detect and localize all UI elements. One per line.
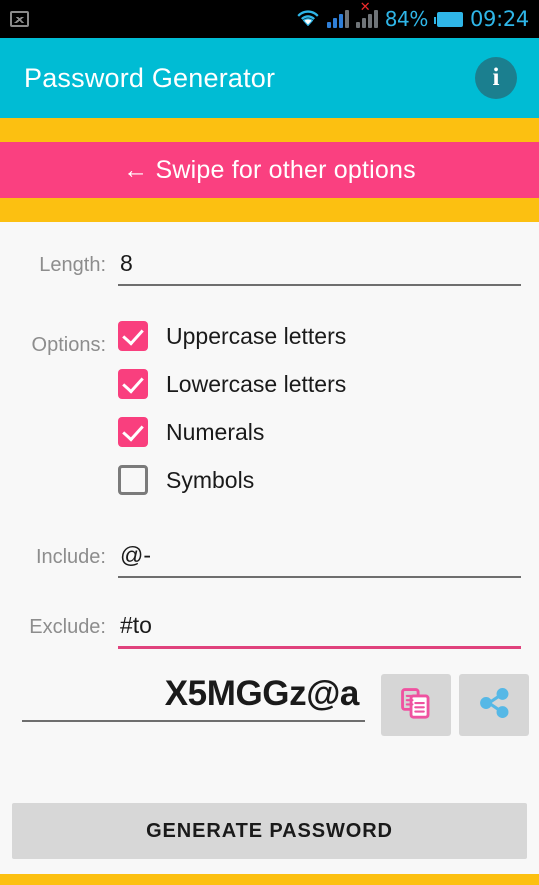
password-underline <box>22 720 365 722</box>
top-accent-band <box>0 118 539 142</box>
include-underline <box>118 576 521 578</box>
bottom-band <box>0 874 539 885</box>
exclude-row: Exclude: #to <box>18 612 521 649</box>
exclude-underline <box>118 646 521 649</box>
screenshot-image-icon <box>10 11 29 27</box>
signal-bars-no-sim-icon: ✕ <box>355 1 378 28</box>
status-bar: ✕ 84% 09:24 <box>0 0 539 38</box>
length-field[interactable]: 8 <box>118 250 521 286</box>
app-bar: Password Generator i <box>0 38 539 118</box>
password-generator-app: ✕ 84% 09:24 Password Generator i ← Swipe… <box>0 0 539 885</box>
option-uppercase-letters[interactable]: Uppercase letters <box>118 312 521 360</box>
length-row: Length: 8 <box>18 250 521 286</box>
wifi-icon <box>296 7 320 31</box>
option-label-symbols: Symbols <box>166 466 255 493</box>
options-list: Uppercase letters Lowercase letters Nume… <box>118 312 521 504</box>
generated-password-value[interactable]: X5MGGz@a <box>18 674 365 720</box>
exclude-field[interactable]: #to <box>118 612 521 649</box>
option-label-uppercase-letters: Uppercase letters <box>166 322 347 349</box>
length-label: Length: <box>39 254 106 276</box>
password-output-field[interactable]: X5MGGz@a <box>18 674 373 722</box>
generate-button-wrap: GENERATE PASSWORD <box>12 803 527 859</box>
info-icon[interactable]: i <box>475 57 517 99</box>
option-lowercase-letters[interactable]: Lowercase letters <box>118 360 521 408</box>
exclude-label: Exclude: <box>29 616 106 638</box>
no-sim-mark: ✕ <box>359 0 371 15</box>
checkbox-symbols[interactable] <box>118 465 148 495</box>
clock-label: 09:24 <box>469 7 529 31</box>
include-row: Include: @- <box>18 542 521 578</box>
swipe-banner-label: ← Swipe for other options <box>123 155 416 184</box>
option-numerals[interactable]: Numerals <box>118 408 521 456</box>
page-title: Password Generator <box>24 62 276 93</box>
length-value[interactable]: 8 <box>118 250 521 284</box>
password-result-row: X5MGGz@a <box>18 674 529 736</box>
status-bar-left <box>10 11 29 27</box>
bottom-accent-band <box>0 198 539 222</box>
copy-icon <box>399 686 433 725</box>
options-label: Options: <box>31 334 106 356</box>
option-label-numerals: Numerals <box>166 418 265 445</box>
options-row: Options: Uppercase letters Lowercase let… <box>18 312 521 504</box>
exclude-value[interactable]: #to <box>118 612 521 646</box>
status-bar-right: ✕ 84% 09:24 <box>296 1 529 31</box>
share-button[interactable] <box>459 674 529 736</box>
swipe-banner[interactable]: ← Swipe for other options <box>0 142 539 198</box>
option-label-lowercase-letters: Lowercase letters <box>166 370 347 397</box>
battery-icon <box>433 11 463 27</box>
include-label: Include: <box>35 546 106 568</box>
signal-bars-icon <box>326 10 349 28</box>
include-field[interactable]: @- <box>118 542 521 578</box>
form-area: Length: 8 Options: Uppercase letters Low… <box>0 222 539 885</box>
checkbox-lowercase-letters[interactable] <box>118 369 148 399</box>
battery-percent-label: 84% <box>384 7 429 31</box>
option-symbols[interactable]: Symbols <box>118 456 521 504</box>
include-value[interactable]: @- <box>118 542 521 576</box>
generate-password-button[interactable]: GENERATE PASSWORD <box>12 803 527 859</box>
checkbox-numerals[interactable] <box>118 417 148 447</box>
share-icon <box>477 686 511 725</box>
length-underline <box>118 284 521 286</box>
checkbox-uppercase-letters[interactable] <box>118 321 148 351</box>
copy-button[interactable] <box>381 674 451 736</box>
